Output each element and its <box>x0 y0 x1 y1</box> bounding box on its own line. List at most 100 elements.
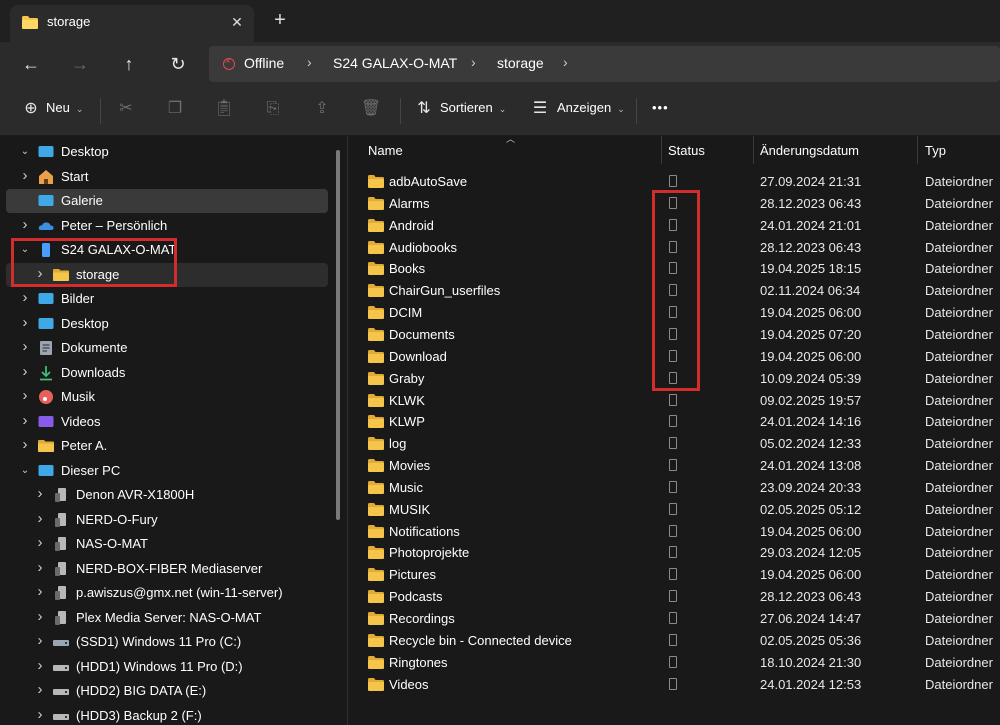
sidebar-item[interactable]: › (HDD3) Backup 2 (F:) <box>6 704 328 725</box>
sidebar-item[interactable]: › Bilder <box>6 287 328 311</box>
desktop-icon <box>38 146 54 157</box>
file-row[interactable]: KLWP 24.01.2024 14:16 Dateiordner <box>348 411 1000 433</box>
chevron-right-icon[interactable]: › <box>18 339 32 356</box>
file-row[interactable]: Notifications 19.04.2025 06:00 Dateiordner <box>348 521 1000 543</box>
rename-icon[interactable]: ⎘ <box>262 98 284 120</box>
chevron-down-icon[interactable]: ⌄ <box>18 463 32 479</box>
file-row[interactable]: Pictures 19.04.2025 06:00 Dateiordner <box>348 564 1000 586</box>
delete-icon[interactable]: 🗑︎ <box>360 98 382 120</box>
refresh-icon[interactable]: ↻ <box>164 50 192 78</box>
toolbar-divider <box>400 98 401 124</box>
sidebar-item[interactable]: › NERD-O-Fury <box>6 508 328 532</box>
file-row[interactable]: Photoprojekte 29.03.2024 12:05 Dateiordner <box>348 542 1000 564</box>
sidebar-item[interactable]: › Plex Media Server: NAS-O-MAT <box>6 606 328 630</box>
chevron-right-icon[interactable]: › <box>33 560 47 577</box>
device-status-icon <box>669 677 677 690</box>
sidebar-item[interactable]: › (HDD1) Windows 11 Pro (D:) <box>6 655 328 679</box>
chevron-right-icon[interactable]: › <box>18 315 32 332</box>
file-row[interactable]: log 05.02.2024 12:33 Dateiordner <box>348 433 1000 455</box>
chevron-right-icon[interactable]: › <box>18 437 32 454</box>
close-icon[interactable]: ✕ <box>226 11 248 33</box>
file-type: Dateiordner <box>925 545 993 561</box>
chevron-right-icon[interactable]: › <box>33 584 47 601</box>
tab-storage[interactable]: storage ✕ <box>10 5 254 42</box>
paste-icon[interactable]: 📋︎ <box>213 98 235 120</box>
chevron-right-icon[interactable]: › <box>307 54 312 70</box>
sidebar-item[interactable]: › Peter A. <box>6 434 328 458</box>
forward-arrow-icon[interactable]: → <box>66 50 94 78</box>
copy-icon[interactable]: ❐ <box>164 98 186 120</box>
file-type: Dateiordner <box>925 632 993 648</box>
column-header-status[interactable]: Status <box>668 136 705 164</box>
share-icon[interactable]: ⇪ <box>311 98 333 120</box>
column-separator[interactable] <box>753 136 754 164</box>
column-separator[interactable] <box>661 136 662 164</box>
column-header-name[interactable]: Name <box>368 136 403 164</box>
file-row[interactable]: Movies 24.01.2024 13:08 Dateiordner <box>348 455 1000 477</box>
view-button[interactable]: Anzeigen ⌄ <box>557 100 625 115</box>
sidebar-item[interactable]: › Start <box>6 165 328 189</box>
sidebar-item[interactable]: › NERD-BOX-FIBER Mediaserver <box>6 557 328 581</box>
chevron-right-icon[interactable]: › <box>18 388 32 405</box>
sort-button[interactable]: Sortieren ⌄ <box>440 100 506 115</box>
chevron-right-icon[interactable]: › <box>33 511 47 528</box>
chevron-down-icon[interactable]: ⌄ <box>18 144 32 160</box>
sidebar-scrollbar[interactable] <box>336 150 340 520</box>
more-options-button[interactable]: ••• <box>652 100 669 115</box>
column-header-type[interactable]: Typ <box>925 136 946 164</box>
column-header-date[interactable]: Änderungsdatum <box>760 136 859 164</box>
sidebar-item[interactable]: › (SSD1) Windows 11 Pro (C:) <box>6 630 328 654</box>
sidebar-item[interactable]: › p.awiszus@gmx.net (win-11-server) <box>6 581 328 605</box>
sidebar-item[interactable]: › (HDD2) BIG DATA (E:) <box>6 679 328 703</box>
file-row[interactable]: Music 23.09.2024 20:33 Dateiordner <box>348 477 1000 499</box>
chevron-right-icon[interactable]: › <box>33 633 47 650</box>
chevron-right-icon[interactable]: › <box>563 54 568 70</box>
chevron-right-icon[interactable]: › <box>33 682 47 699</box>
file-row[interactable]: Recordings 27.06.2024 14:47 Dateiordner <box>348 608 1000 630</box>
up-arrow-icon[interactable]: ↑ <box>115 50 143 78</box>
sidebar-item[interactable]: › Musik <box>6 385 328 409</box>
back-arrow-icon[interactable]: ← <box>17 50 45 78</box>
sidebar-item[interactable]: › Dokumente <box>6 336 328 360</box>
sidebar-item[interactable]: ⌄ Desktop <box>6 140 328 164</box>
navigation-pane: ⌄ Desktop › Start Galerie › Peter – Persönlich… <box>0 136 340 725</box>
file-row[interactable]: Ringtones 18.10.2024 21:30 Dateiordner <box>348 652 1000 674</box>
sidebar-item[interactable]: › Denon AVR-X1800H <box>6 483 328 507</box>
sidebar-item[interactable]: › Desktop <box>6 312 328 336</box>
chevron-right-icon[interactable]: › <box>33 707 47 724</box>
chevron-right-icon[interactable]: › <box>33 535 47 552</box>
chevron-right-icon[interactable]: › <box>33 486 47 503</box>
new-button[interactable]: Neu ⌄ <box>46 100 83 115</box>
chevron-right-icon[interactable]: › <box>18 168 32 185</box>
chevron-right-icon[interactable]: › <box>18 364 32 381</box>
chevron-right-icon[interactable]: › <box>18 290 32 307</box>
chevron-right-icon[interactable]: › <box>33 609 47 626</box>
chevron-right-icon[interactable]: › <box>18 413 32 430</box>
file-row[interactable]: KLWK 09.02.2025 19:57 Dateiordner <box>348 390 1000 412</box>
cut-icon[interactable]: ✂ <box>115 98 137 120</box>
sidebar-item[interactable]: Galerie <box>6 189 328 213</box>
file-row[interactable]: Recycle bin - Connected device 02.05.2025… <box>348 630 1000 652</box>
new-tab-button[interactable]: + <box>268 9 292 33</box>
view-button-label: Anzeigen <box>557 100 612 115</box>
chevron-right-icon[interactable]: › <box>471 54 476 70</box>
column-separator[interactable] <box>917 136 918 164</box>
breadcrumb-storage[interactable]: storage <box>497 55 544 71</box>
chevron-right-icon[interactable]: › <box>33 658 47 675</box>
file-row[interactable]: Videos 24.01.2024 12:53 Dateiordner <box>348 674 1000 696</box>
breadcrumb-offline[interactable]: Offline <box>244 55 284 71</box>
sidebar-item[interactable]: › Downloads <box>6 361 328 385</box>
sidebar-item[interactable]: › Videos <box>6 410 328 434</box>
file-type: Dateiordner <box>925 589 993 605</box>
sidebar-item-label: (HDD2) BIG DATA (E:) <box>76 683 207 698</box>
address-bar[interactable]: Offline › S24 GALAX-O-MAT › storage › <box>209 46 1000 82</box>
chevron-right-icon[interactable]: › <box>18 217 32 234</box>
sidebar-item[interactable]: ⌄ Dieser PC <box>6 459 328 483</box>
sidebar-item[interactable]: › NAS-O-MAT <box>6 532 328 556</box>
sidebar-item[interactable]: › Peter – Persönlich <box>6 214 328 238</box>
folder-icon <box>368 371 384 385</box>
breadcrumb-device[interactable]: S24 GALAX-O-MAT <box>333 55 457 71</box>
file-row[interactable]: Podcasts 28.12.2023 06:43 Dateiordner <box>348 586 1000 608</box>
file-row[interactable]: MUSIK 02.05.2025 05:12 Dateiordner <box>348 499 1000 521</box>
onedrive-icon <box>38 221 54 230</box>
